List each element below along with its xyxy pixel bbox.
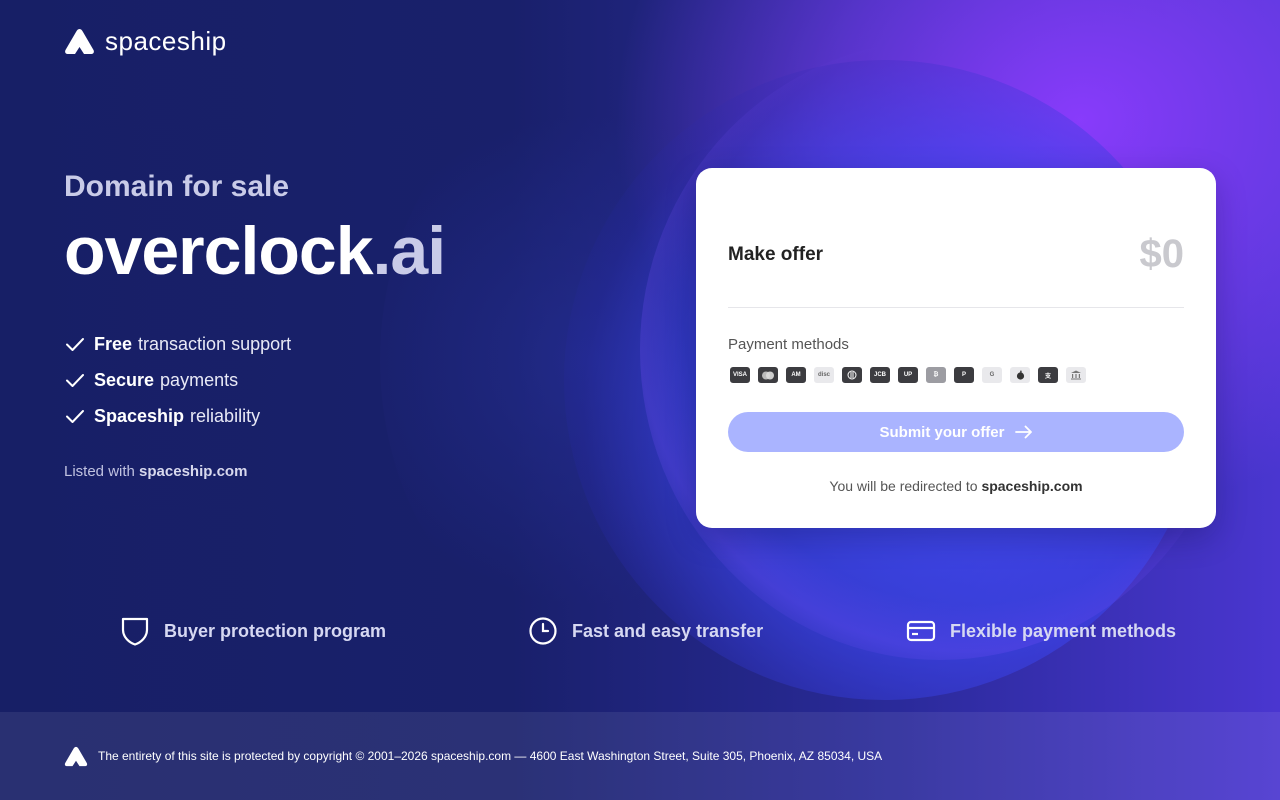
spaceship-logo-icon <box>65 29 94 54</box>
feature-bold: Secure <box>94 369 155 390</box>
unionpay-icon: UP <box>898 367 918 383</box>
diners-icon <box>842 367 862 383</box>
redirect-note: You will be redirected to spaceship.com <box>696 478 1216 494</box>
submit-offer-button[interactable]: Submit your offer <box>728 412 1184 452</box>
arrow-right-icon <box>1014 425 1032 439</box>
mastercard-icon <box>758 367 778 383</box>
perk-fast-transfer: Fast and easy transfer <box>528 616 763 646</box>
footer-copyright: The entirety of this site is protected b… <box>98 749 883 763</box>
paypal-icon: P <box>954 367 974 383</box>
visa-icon: VISA <box>730 367 750 383</box>
domain-tld: .ai <box>372 213 447 289</box>
submit-offer-label: Submit your offer <box>879 423 1005 441</box>
perk-buyer-protection: Buyer protection program <box>120 616 386 646</box>
discover-icon: disc <box>814 367 834 383</box>
feature-item: Spaceship reliability <box>64 398 291 434</box>
perk-label: Flexible payment methods <box>950 620 1177 641</box>
domain-name: overclock <box>64 213 374 289</box>
domain-title: overclock.ai <box>64 214 624 289</box>
card-divider <box>728 307 1184 308</box>
listed-site-link[interactable]: spaceship.com <box>139 463 247 480</box>
brand-logo[interactable]: spaceship <box>64 26 227 57</box>
bank-transfer-icon <box>1066 367 1086 383</box>
offer-card: Make offer $0 Payment methods VISA AM di… <box>696 168 1216 528</box>
listed-prefix: Listed with <box>64 463 135 480</box>
amex-icon: AM <box>786 367 806 383</box>
feature-text: transaction support <box>138 333 292 354</box>
feature-item: Secure payments <box>64 362 291 398</box>
feature-text: reliability <box>190 405 261 426</box>
offer-amount-input[interactable]: $0 <box>1140 232 1185 277</box>
listed-with: Listed with spaceship.com <box>64 463 247 480</box>
perk-label: Fast and easy transfer <box>572 620 764 641</box>
perk-label: Buyer protection program <box>164 620 387 641</box>
hero-subtitle: Domain for sale <box>64 170 290 203</box>
payment-methods-label: Payment methods <box>728 336 849 353</box>
perk-flexible-payment: Flexible payment methods <box>906 616 1176 646</box>
brand-name: spaceship <box>105 26 227 56</box>
bitcoin-icon: ₿ <box>926 367 946 383</box>
offer-label: Make offer <box>728 243 824 265</box>
feature-text: payments <box>160 369 239 390</box>
hero: Domain for sale overclock.ai <box>64 170 624 289</box>
redirect-site: spaceship.com <box>981 478 1083 494</box>
credit-card-icon <box>906 620 936 642</box>
google-pay-icon: G <box>982 367 1002 383</box>
shield-icon <box>121 617 149 646</box>
check-icon <box>66 338 84 351</box>
clock-icon <box>529 617 557 645</box>
feature-item: Free transaction support <box>64 326 291 362</box>
check-icon <box>66 410 84 423</box>
redirect-prefix: You will be redirected to <box>829 478 978 494</box>
spaceship-logo-icon <box>64 746 88 766</box>
feature-bold: Free <box>94 333 133 354</box>
alipay-icon: 支 <box>1038 367 1058 383</box>
payment-methods-icons: VISA AM disc JCB UP ₿ P G 支 <box>730 367 1086 383</box>
footer: The entirety of this site is protected b… <box>0 712 1280 800</box>
feature-list: Free transaction support Secure payments… <box>64 326 291 434</box>
apple-pay-icon <box>1010 367 1030 383</box>
feature-bold: Spaceship <box>94 405 185 426</box>
offer-row[interactable]: Make offer $0 <box>728 232 1184 277</box>
check-icon <box>66 374 84 387</box>
jcb-icon: JCB <box>870 367 890 383</box>
